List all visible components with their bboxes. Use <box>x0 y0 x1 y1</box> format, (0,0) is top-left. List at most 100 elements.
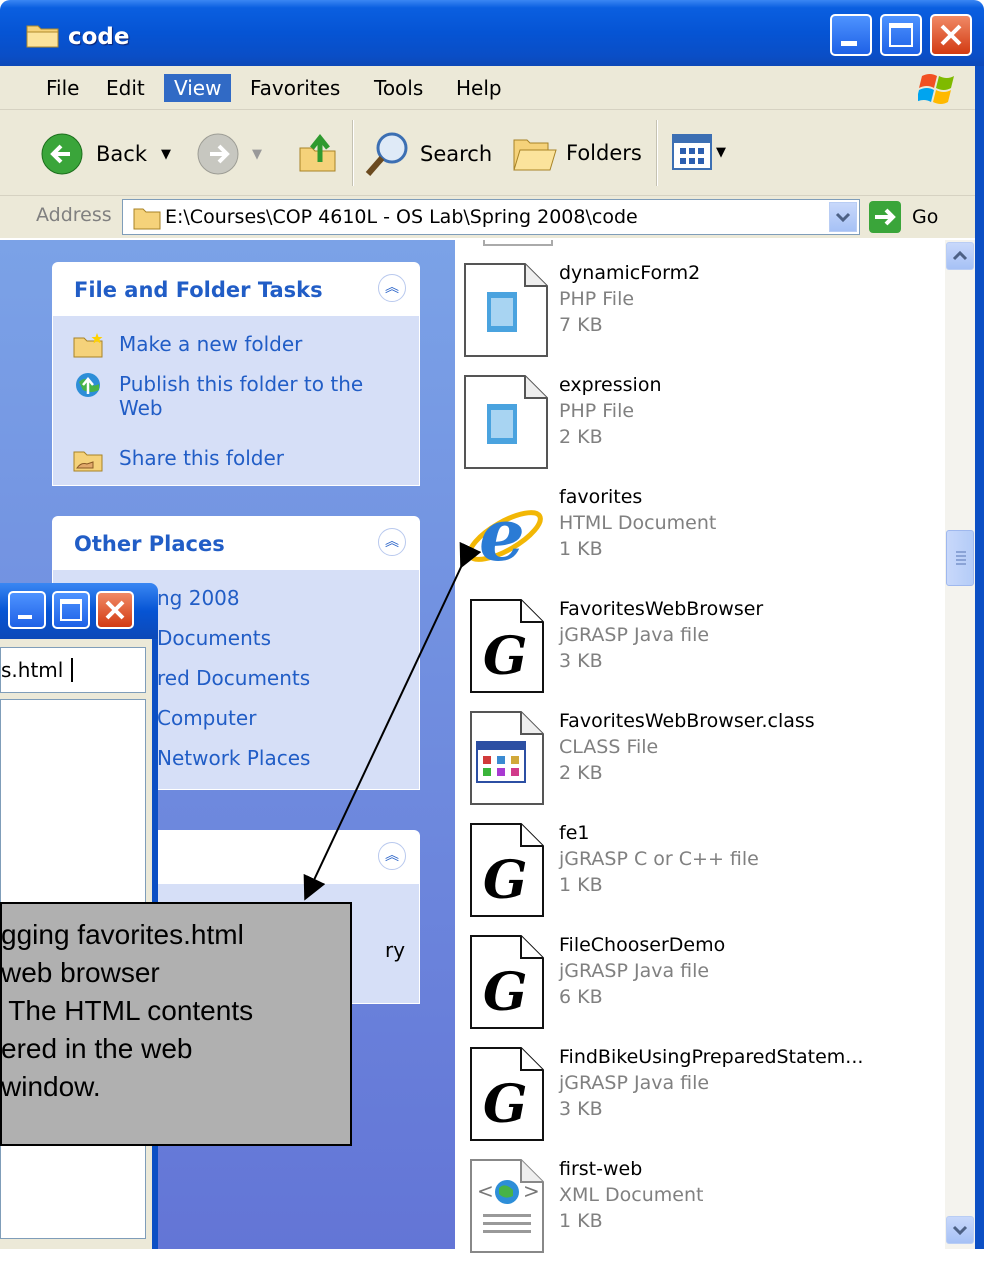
close-icon <box>105 600 125 620</box>
share-folder-icon <box>73 451 103 472</box>
class-file-icon <box>470 711 544 805</box>
file-item[interactable]: dynamicForm2 PHP File 7 KB <box>461 262 941 370</box>
place-my-documents[interactable]: Documents <box>157 626 271 650</box>
browser-title-bar[interactable] <box>0 583 158 639</box>
address-input[interactable]: E:\Courses\COP 4610L - OS Lab\Spring 200… <box>122 199 860 235</box>
place-shared-documents[interactable]: red Documents <box>157 666 310 690</box>
svg-text:>: > <box>523 1179 540 1203</box>
address-bar: Address E:\Courses\COP 4610L - OS Lab\Sp… <box>0 196 984 238</box>
other-places-header[interactable]: Other Places ︽ <box>52 516 420 570</box>
chevron-down-icon <box>952 1225 968 1236</box>
menu-edit[interactable]: Edit <box>96 74 155 102</box>
collapse-icon[interactable]: ︽ <box>378 274 406 302</box>
browser-maximize-button[interactable] <box>52 591 90 629</box>
browser-close-button[interactable] <box>96 591 134 629</box>
task-make-folder[interactable]: Make a new folder <box>73 332 302 358</box>
browser-minimize-button[interactable] <box>8 591 46 629</box>
jgrasp-file-icon: G <box>470 1047 544 1141</box>
file-type: jGRASP Java file <box>559 960 710 982</box>
file-name: first-web <box>559 1158 643 1180</box>
window-frame <box>975 66 984 1249</box>
file-item[interactable]: expression PHP File 2 KB <box>461 374 941 482</box>
file-type: HTML Document <box>559 512 717 534</box>
folders-icon <box>513 139 557 171</box>
folder-icon <box>26 25 59 48</box>
menu-view[interactable]: View <box>164 74 232 102</box>
place-my-computer[interactable]: Computer <box>157 706 256 730</box>
browser-url-text: s.html <box>1 658 64 682</box>
file-size: 1 KB <box>559 1210 603 1232</box>
menu-tools[interactable]: Tools <box>364 74 433 102</box>
file-type: PHP File <box>559 400 635 422</box>
place-spring-2008[interactable]: ng 2008 <box>157 586 240 610</box>
file-size: 2 KB <box>559 762 603 784</box>
php-file-icon <box>464 263 548 357</box>
collapse-icon[interactable]: ︽ <box>378 528 406 556</box>
collapse-icon[interactable]: ︽ <box>378 842 406 870</box>
file-name: dynamicForm2 <box>559 262 701 284</box>
task-label: Share this folder <box>119 446 284 470</box>
panel-title: Other Places <box>74 532 225 556</box>
forward-button[interactable]: ▼ <box>196 132 262 176</box>
task-share-folder[interactable]: Share this folder <box>73 446 284 472</box>
task-publish-web[interactable]: Publish this folder to the Web <box>73 372 393 420</box>
back-dropdown-icon[interactable]: ▼ <box>161 147 171 162</box>
task-label: Make a new folder <box>119 332 303 356</box>
search-label: Search <box>420 142 493 166</box>
address-dropdown-button[interactable] <box>829 202 857 232</box>
file-item[interactable]: G FindBikeUsingPreparedStatem... jGRASP … <box>461 1046 941 1154</box>
file-folder-tasks-header[interactable]: File and Folder Tasks ︽ <box>52 262 420 316</box>
close-button[interactable] <box>930 14 972 56</box>
toolbar: Back ▼ ▼ Search Folders ▼ <box>0 110 984 196</box>
xml-file-icon: < > <box>470 1159 544 1253</box>
new-folder-icon <box>73 333 103 358</box>
go-label: Go <box>912 206 939 228</box>
menu-favorites[interactable]: Favorites <box>240 74 350 102</box>
place-label: Documents <box>157 626 272 650</box>
go-arrow-icon <box>869 201 901 233</box>
svg-text:G: G <box>483 1074 527 1135</box>
file-size: 2 KB <box>559 426 603 448</box>
svg-text:G: G <box>483 626 527 687</box>
chevron-down-icon <box>835 212 851 223</box>
file-item[interactable]: FavoritesWebBrowser.class CLASS File 2 K… <box>461 710 941 818</box>
browser-url-field[interactable]: s.html <box>0 647 146 693</box>
file-item[interactable]: G FavoritesWebBrowser jGRASP Java file 3… <box>461 598 941 706</box>
folder-icon <box>133 208 161 230</box>
file-size: 7 KB <box>559 314 603 336</box>
views-dropdown-icon[interactable]: ▼ <box>716 145 726 160</box>
file-item[interactable]: e favorites HTML Document 1 KB <box>461 486 941 594</box>
jgrasp-file-icon: G <box>470 823 544 917</box>
vertical-scrollbar[interactable] <box>945 240 975 1249</box>
back-arrow-icon <box>41 133 83 175</box>
views-button[interactable]: ▼ <box>672 134 726 170</box>
maximize-button[interactable] <box>880 14 922 56</box>
forward-dropdown-icon[interactable]: ▼ <box>252 147 262 162</box>
scroll-thumb[interactable] <box>946 530 974 586</box>
scroll-up-button[interactable] <box>946 242 974 270</box>
title-bar[interactable]: code <box>0 0 984 66</box>
file-item[interactable]: G FileChooserDemo jGRASP Java file 6 KB <box>461 934 941 1042</box>
address-value: E:\Courses\COP 4610L - OS Lab\Spring 200… <box>165 206 638 228</box>
file-type: jGRASP C or C++ file <box>559 848 759 870</box>
back-button[interactable]: Back ▼ <box>40 132 171 176</box>
menu-file[interactable]: File <box>36 74 89 102</box>
file-item[interactable]: G fe1 jGRASP C or C++ file 1 KB <box>461 822 941 930</box>
folders-button[interactable]: Folders <box>512 132 642 174</box>
file-type: jGRASP Java file <box>559 624 710 646</box>
place-label: red Documents <box>157 666 311 690</box>
forward-arrow-icon <box>197 133 239 175</box>
svg-text:<: < <box>477 1179 494 1203</box>
up-folder-icon[interactable] <box>296 132 340 176</box>
minimize-button[interactable] <box>830 14 872 56</box>
go-button[interactable]: Go <box>868 200 938 234</box>
search-button[interactable]: Search <box>364 130 492 178</box>
svg-text:G: G <box>483 850 527 911</box>
menu-help[interactable]: Help <box>446 74 512 102</box>
file-type: jGRASP Java file <box>559 1072 710 1094</box>
place-network-places[interactable]: Network Places <box>157 746 310 770</box>
internet-explorer-icon: e <box>467 492 543 577</box>
scroll-down-button[interactable] <box>946 1216 974 1244</box>
place-label: Network Places <box>157 746 311 770</box>
file-item[interactable]: < > first-web XML Document 1 KB <box>461 1158 941 1266</box>
